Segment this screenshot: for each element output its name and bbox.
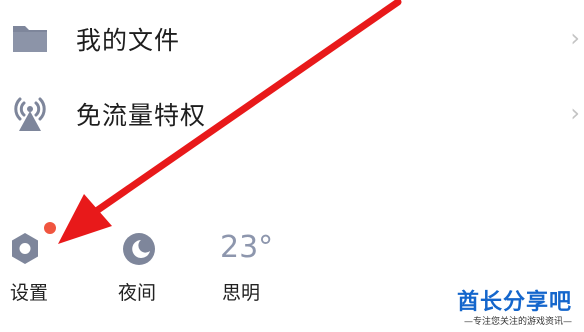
settings-button[interactable]: 设置	[0, 222, 90, 304]
menu-item-label: 免流量特权	[76, 101, 207, 130]
city-label: 思明	[222, 282, 261, 304]
gear-icon	[6, 230, 44, 268]
menu-item-free-data[interactable]: 免流量特权 ›	[0, 79, 584, 149]
watermark-title: 酋长分享吧	[456, 290, 572, 315]
chevron-right-icon: ›	[570, 24, 580, 52]
menu-item-my-files[interactable]: 我的文件 ›	[0, 4, 584, 74]
chevron-right-icon: ›	[570, 99, 580, 127]
folder-icon	[10, 18, 50, 58]
notification-dot	[44, 222, 56, 234]
settings-label: 设置	[10, 282, 49, 304]
temperature-text: 23°	[220, 230, 274, 265]
weather-widget[interactable]: 23° 思明	[208, 222, 298, 304]
night-mode-button[interactable]: 夜间	[108, 222, 198, 304]
night-mode-label: 夜间	[118, 282, 157, 304]
menu-item-label: 我的文件	[76, 26, 181, 55]
watermark-subtitle: —专注您关注的游戏资讯—	[463, 317, 572, 327]
signal-tower-icon	[10, 93, 50, 133]
watermark: 酋长分享吧 —专注您关注的游戏资讯—	[438, 284, 574, 330]
moon-icon	[120, 230, 158, 268]
